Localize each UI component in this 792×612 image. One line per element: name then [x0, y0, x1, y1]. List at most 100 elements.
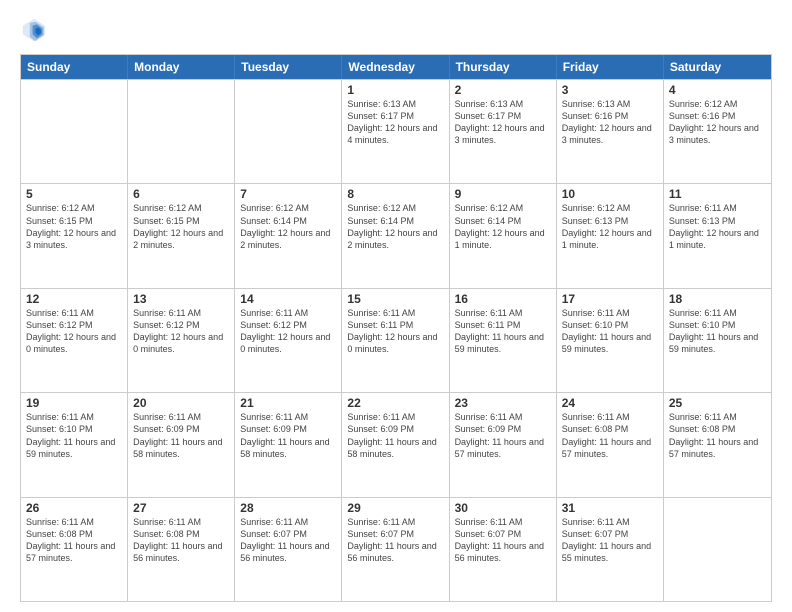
- day-number: 24: [562, 396, 658, 410]
- day-number: 26: [26, 501, 122, 515]
- calendar-cell-empty-4-6: [664, 498, 771, 601]
- calendar-cell-17: 17Sunrise: 6:11 AM Sunset: 6:10 PM Dayli…: [557, 289, 664, 392]
- day-number: 7: [240, 187, 336, 201]
- day-info: Sunrise: 6:13 AM Sunset: 6:17 PM Dayligh…: [455, 98, 551, 147]
- day-info: Sunrise: 6:11 AM Sunset: 6:09 PM Dayligh…: [133, 411, 229, 460]
- day-number: 4: [669, 83, 766, 97]
- day-number: 15: [347, 292, 443, 306]
- header-day-saturday: Saturday: [664, 55, 771, 79]
- calendar-row-0: 1Sunrise: 6:13 AM Sunset: 6:17 PM Daylig…: [21, 79, 771, 183]
- calendar-cell-29: 29Sunrise: 6:11 AM Sunset: 6:07 PM Dayli…: [342, 498, 449, 601]
- calendar-cell-7: 7Sunrise: 6:12 AM Sunset: 6:14 PM Daylig…: [235, 184, 342, 287]
- calendar-cell-6: 6Sunrise: 6:12 AM Sunset: 6:15 PM Daylig…: [128, 184, 235, 287]
- calendar-cell-12: 12Sunrise: 6:11 AM Sunset: 6:12 PM Dayli…: [21, 289, 128, 392]
- header: [20, 16, 772, 44]
- day-info: Sunrise: 6:11 AM Sunset: 6:08 PM Dayligh…: [562, 411, 658, 460]
- calendar-cell-1: 1Sunrise: 6:13 AM Sunset: 6:17 PM Daylig…: [342, 80, 449, 183]
- calendar-cell-15: 15Sunrise: 6:11 AM Sunset: 6:11 PM Dayli…: [342, 289, 449, 392]
- day-number: 9: [455, 187, 551, 201]
- calendar-cell-9: 9Sunrise: 6:12 AM Sunset: 6:14 PM Daylig…: [450, 184, 557, 287]
- day-info: Sunrise: 6:11 AM Sunset: 6:08 PM Dayligh…: [133, 516, 229, 565]
- calendar-cell-30: 30Sunrise: 6:11 AM Sunset: 6:07 PM Dayli…: [450, 498, 557, 601]
- day-info: Sunrise: 6:12 AM Sunset: 6:13 PM Dayligh…: [562, 202, 658, 251]
- day-info: Sunrise: 6:11 AM Sunset: 6:12 PM Dayligh…: [133, 307, 229, 356]
- day-number: 1: [347, 83, 443, 97]
- calendar-header: SundayMondayTuesdayWednesdayThursdayFrid…: [21, 55, 771, 79]
- day-number: 6: [133, 187, 229, 201]
- calendar-cell-2: 2Sunrise: 6:13 AM Sunset: 6:17 PM Daylig…: [450, 80, 557, 183]
- calendar-cell-empty-0-0: [21, 80, 128, 183]
- calendar-cell-4: 4Sunrise: 6:12 AM Sunset: 6:16 PM Daylig…: [664, 80, 771, 183]
- header-day-monday: Monday: [128, 55, 235, 79]
- day-number: 19: [26, 396, 122, 410]
- day-number: 28: [240, 501, 336, 515]
- day-info: Sunrise: 6:11 AM Sunset: 6:07 PM Dayligh…: [455, 516, 551, 565]
- calendar-cell-19: 19Sunrise: 6:11 AM Sunset: 6:10 PM Dayli…: [21, 393, 128, 496]
- logo: [20, 16, 52, 44]
- calendar-row-2: 12Sunrise: 6:11 AM Sunset: 6:12 PM Dayli…: [21, 288, 771, 392]
- day-info: Sunrise: 6:12 AM Sunset: 6:15 PM Dayligh…: [133, 202, 229, 251]
- day-number: 30: [455, 501, 551, 515]
- calendar-cell-16: 16Sunrise: 6:11 AM Sunset: 6:11 PM Dayli…: [450, 289, 557, 392]
- day-info: Sunrise: 6:11 AM Sunset: 6:09 PM Dayligh…: [455, 411, 551, 460]
- calendar-cell-22: 22Sunrise: 6:11 AM Sunset: 6:09 PM Dayli…: [342, 393, 449, 496]
- day-info: Sunrise: 6:11 AM Sunset: 6:11 PM Dayligh…: [455, 307, 551, 356]
- day-info: Sunrise: 6:11 AM Sunset: 6:11 PM Dayligh…: [347, 307, 443, 356]
- day-info: Sunrise: 6:13 AM Sunset: 6:17 PM Dayligh…: [347, 98, 443, 147]
- calendar-cell-14: 14Sunrise: 6:11 AM Sunset: 6:12 PM Dayli…: [235, 289, 342, 392]
- calendar-cell-13: 13Sunrise: 6:11 AM Sunset: 6:12 PM Dayli…: [128, 289, 235, 392]
- day-info: Sunrise: 6:11 AM Sunset: 6:07 PM Dayligh…: [347, 516, 443, 565]
- day-number: 5: [26, 187, 122, 201]
- calendar-cell-8: 8Sunrise: 6:12 AM Sunset: 6:14 PM Daylig…: [342, 184, 449, 287]
- day-number: 29: [347, 501, 443, 515]
- header-day-thursday: Thursday: [450, 55, 557, 79]
- day-info: Sunrise: 6:11 AM Sunset: 6:08 PM Dayligh…: [26, 516, 122, 565]
- day-info: Sunrise: 6:11 AM Sunset: 6:10 PM Dayligh…: [26, 411, 122, 460]
- day-number: 13: [133, 292, 229, 306]
- day-info: Sunrise: 6:11 AM Sunset: 6:12 PM Dayligh…: [26, 307, 122, 356]
- calendar-row-3: 19Sunrise: 6:11 AM Sunset: 6:10 PM Dayli…: [21, 392, 771, 496]
- day-number: 18: [669, 292, 766, 306]
- day-number: 20: [133, 396, 229, 410]
- day-number: 10: [562, 187, 658, 201]
- calendar-cell-21: 21Sunrise: 6:11 AM Sunset: 6:09 PM Dayli…: [235, 393, 342, 496]
- calendar-cell-empty-0-2: [235, 80, 342, 183]
- day-number: 23: [455, 396, 551, 410]
- calendar-cell-31: 31Sunrise: 6:11 AM Sunset: 6:07 PM Dayli…: [557, 498, 664, 601]
- day-number: 8: [347, 187, 443, 201]
- header-day-friday: Friday: [557, 55, 664, 79]
- day-info: Sunrise: 6:13 AM Sunset: 6:16 PM Dayligh…: [562, 98, 658, 147]
- day-info: Sunrise: 6:11 AM Sunset: 6:12 PM Dayligh…: [240, 307, 336, 356]
- day-number: 25: [669, 396, 766, 410]
- day-number: 27: [133, 501, 229, 515]
- calendar-cell-27: 27Sunrise: 6:11 AM Sunset: 6:08 PM Dayli…: [128, 498, 235, 601]
- day-info: Sunrise: 6:12 AM Sunset: 6:14 PM Dayligh…: [240, 202, 336, 251]
- day-info: Sunrise: 6:11 AM Sunset: 6:07 PM Dayligh…: [240, 516, 336, 565]
- calendar-cell-10: 10Sunrise: 6:12 AM Sunset: 6:13 PM Dayli…: [557, 184, 664, 287]
- calendar-cell-20: 20Sunrise: 6:11 AM Sunset: 6:09 PM Dayli…: [128, 393, 235, 496]
- calendar-row-1: 5Sunrise: 6:12 AM Sunset: 6:15 PM Daylig…: [21, 183, 771, 287]
- day-number: 17: [562, 292, 658, 306]
- day-info: Sunrise: 6:12 AM Sunset: 6:14 PM Dayligh…: [347, 202, 443, 251]
- day-info: Sunrise: 6:11 AM Sunset: 6:09 PM Dayligh…: [240, 411, 336, 460]
- header-day-wednesday: Wednesday: [342, 55, 449, 79]
- day-info: Sunrise: 6:11 AM Sunset: 6:09 PM Dayligh…: [347, 411, 443, 460]
- day-info: Sunrise: 6:12 AM Sunset: 6:14 PM Dayligh…: [455, 202, 551, 251]
- day-number: 14: [240, 292, 336, 306]
- page: SundayMondayTuesdayWednesdayThursdayFrid…: [0, 0, 792, 612]
- day-info: Sunrise: 6:11 AM Sunset: 6:10 PM Dayligh…: [562, 307, 658, 356]
- day-info: Sunrise: 6:12 AM Sunset: 6:15 PM Dayligh…: [26, 202, 122, 251]
- day-info: Sunrise: 6:11 AM Sunset: 6:10 PM Dayligh…: [669, 307, 766, 356]
- calendar-cell-3: 3Sunrise: 6:13 AM Sunset: 6:16 PM Daylig…: [557, 80, 664, 183]
- calendar-body: 1Sunrise: 6:13 AM Sunset: 6:17 PM Daylig…: [21, 79, 771, 601]
- calendar-cell-empty-0-1: [128, 80, 235, 183]
- day-info: Sunrise: 6:12 AM Sunset: 6:16 PM Dayligh…: [669, 98, 766, 147]
- day-number: 11: [669, 187, 766, 201]
- header-day-tuesday: Tuesday: [235, 55, 342, 79]
- calendar-cell-18: 18Sunrise: 6:11 AM Sunset: 6:10 PM Dayli…: [664, 289, 771, 392]
- day-number: 2: [455, 83, 551, 97]
- calendar-cell-28: 28Sunrise: 6:11 AM Sunset: 6:07 PM Dayli…: [235, 498, 342, 601]
- calendar-cell-5: 5Sunrise: 6:12 AM Sunset: 6:15 PM Daylig…: [21, 184, 128, 287]
- day-number: 21: [240, 396, 336, 410]
- day-number: 31: [562, 501, 658, 515]
